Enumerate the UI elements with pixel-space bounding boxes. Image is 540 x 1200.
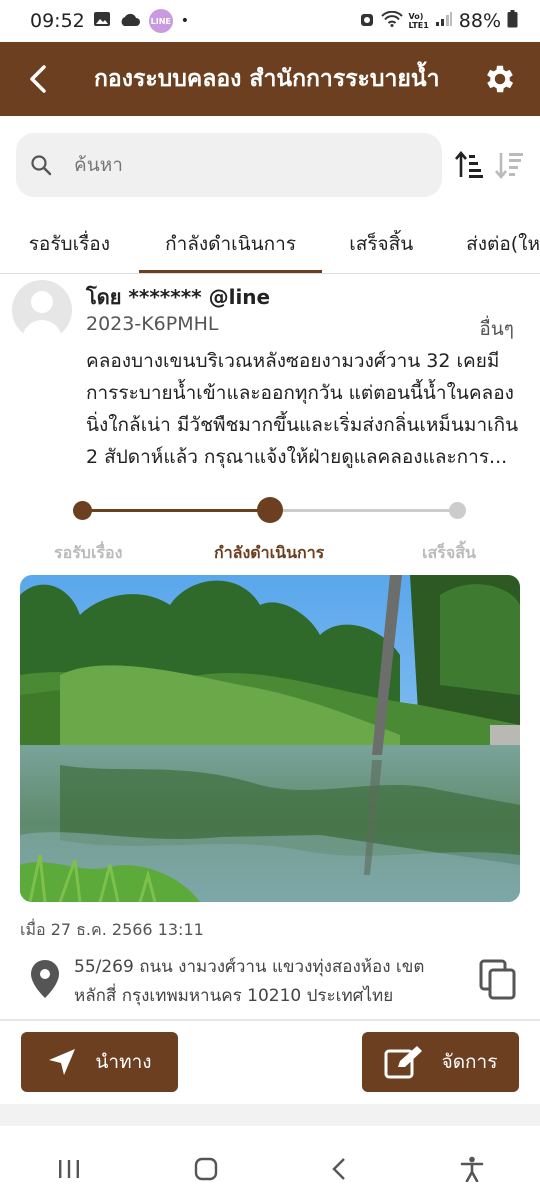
step-label-in-progress: กำลังดำเนินการ bbox=[214, 543, 325, 562]
ticket-id: 2023-K6PMHL bbox=[86, 313, 219, 335]
search-box[interactable] bbox=[16, 133, 442, 197]
tab-in-progress[interactable]: กำลังดำเนินการ bbox=[138, 214, 323, 273]
gear-icon bbox=[487, 65, 514, 93]
tab-label: ส่งต่อ(ให bbox=[466, 233, 540, 255]
report-photo[interactable] bbox=[20, 575, 520, 902]
system-nav-bar bbox=[0, 1138, 540, 1200]
page-title: กองระบบคลอง สำนักการระบายน้ำ bbox=[94, 66, 440, 92]
search-icon bbox=[31, 155, 52, 176]
reporter-name: โดย ******* @line bbox=[86, 285, 271, 309]
line-badge-label: LINE bbox=[150, 16, 171, 26]
alarm-icon bbox=[359, 10, 375, 33]
tab-pending[interactable]: รอรับเรื่อง bbox=[0, 214, 139, 273]
gallery-icon bbox=[93, 10, 111, 32]
tab-label: กำลังดำเนินการ bbox=[165, 233, 297, 255]
search-input[interactable] bbox=[74, 154, 374, 176]
sort-descending-icon[interactable] bbox=[494, 151, 524, 179]
status-time: 09:52 bbox=[30, 10, 85, 32]
wifi-icon bbox=[380, 10, 403, 32]
description-line: 2 สัปดาห์แล้ว กรุณาแจ้งให้ฝ่ายดูแลคลองแล… bbox=[86, 446, 508, 468]
back-nav-icon[interactable] bbox=[331, 1157, 347, 1181]
tab-forwarded[interactable]: ส่งต่อ(ให bbox=[440, 214, 540, 273]
cloud-icon bbox=[119, 10, 141, 32]
status-bar: 09:52 LINE • Vo) LTE1 88% bbox=[0, 0, 540, 42]
step-label-completed: เสร็จสิ้น bbox=[422, 543, 476, 562]
copy-icon[interactable] bbox=[478, 959, 518, 1001]
lte-indicator: Vo) LTE1 bbox=[408, 12, 429, 30]
app-bar: กองระบบคลอง สำนักการระบายน้ำ bbox=[0, 42, 540, 116]
card-divider bbox=[0, 1019, 540, 1021]
status-tabs: รอรับเรื่อง กำลังดำเนินการ เสร็จสิ้น ส่ง… bbox=[0, 214, 540, 274]
category-label: อื่นๆ bbox=[479, 318, 514, 340]
home-icon[interactable] bbox=[194, 1157, 218, 1181]
report-timestamp: เมื่อ 27 ธ.ค. 2566 13:11 bbox=[20, 920, 204, 939]
step-dot-completed bbox=[449, 502, 466, 519]
navigate-label: นำทาง bbox=[95, 1051, 152, 1073]
address-line: 55/269 ถนน งามวงศ์วาน แขวงทุ่งสองห้อง เข… bbox=[74, 957, 425, 977]
progress-track-remaining bbox=[270, 509, 458, 512]
progress-track-done bbox=[82, 509, 270, 512]
report-description: คลองบางเขนบริเวณหลังซอยงามวงศ์วาน 32 เคย… bbox=[86, 345, 526, 473]
notification-dot: • bbox=[180, 13, 190, 29]
search-row bbox=[0, 116, 540, 214]
tab-label: เสร็จสิ้น bbox=[349, 233, 414, 255]
address-line: หลักสี่ กรุงเทพมหานคร 10210 ประเทศไทย bbox=[74, 986, 394, 1006]
step-label-pending: รอรับเรื่อง bbox=[54, 543, 123, 562]
edit-icon bbox=[384, 1046, 422, 1079]
tab-completed[interactable]: เสร็จสิ้น bbox=[322, 214, 440, 273]
back-arrow-icon bbox=[30, 65, 46, 93]
progress-stepper: รอรับเรื่อง กำลังดำเนินการ เสร็จสิ้น bbox=[0, 493, 540, 563]
line-app-icon: LINE bbox=[148, 9, 173, 33]
description-line: นิ่งใกล้เน่า มีวัชพืชมากขึ้นและเริ่มส่งก… bbox=[86, 414, 519, 436]
settings-button[interactable] bbox=[460, 42, 540, 116]
accessibility-icon[interactable] bbox=[460, 1156, 484, 1182]
avatar bbox=[12, 280, 72, 340]
step-dot-in-progress bbox=[257, 497, 283, 523]
battery-percent: 88% bbox=[458, 10, 501, 32]
location-pin-icon bbox=[31, 960, 59, 998]
tab-label: รอรับเรื่อง bbox=[28, 233, 110, 255]
step-dot-pending bbox=[73, 501, 92, 520]
recent-apps-icon[interactable] bbox=[57, 1158, 81, 1180]
sort-ascending-icon[interactable] bbox=[454, 151, 484, 179]
manage-button[interactable]: จัดการ bbox=[362, 1032, 519, 1092]
back-button[interactable] bbox=[0, 42, 76, 116]
navigation-arrow-icon bbox=[49, 1049, 76, 1075]
navigate-button[interactable]: นำทาง bbox=[21, 1032, 178, 1092]
report-address: 55/269 ถนน งามวงศ์วาน แขวงทุ่งสองห้อง เข… bbox=[74, 953, 454, 1011]
description-line: คลองบางเขนบริเวณหลังซอยงามวงศ์วาน 32 เคย… bbox=[86, 350, 500, 372]
signal-icon bbox=[435, 10, 453, 32]
battery-icon bbox=[507, 9, 518, 33]
list-separator bbox=[0, 1104, 540, 1126]
description-line: การระบายน้ำเข้าและออกทุกวัน แต่ตอนนี้น้ำ… bbox=[86, 382, 514, 404]
manage-label: จัดการ bbox=[441, 1051, 498, 1073]
